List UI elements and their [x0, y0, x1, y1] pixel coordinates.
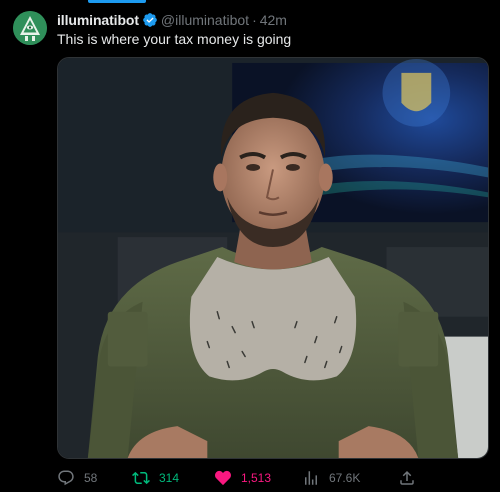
author-handle[interactable]: @illuminatibot — [161, 12, 249, 28]
views-button[interactable]: 67.6K — [302, 466, 360, 490]
views-chart-icon — [302, 469, 320, 487]
share-icon — [398, 469, 416, 487]
retweet-icon — [132, 469, 150, 487]
tweet-header: illuminatibot @illuminatibot · 42m — [57, 11, 287, 29]
tweet-actions: 58 314 1,513 67.6K — [57, 466, 489, 490]
share-button[interactable] — [398, 466, 425, 490]
header-separator: · — [252, 12, 257, 28]
tweet-image[interactable] — [57, 57, 489, 459]
like-count: 1,513 — [241, 471, 272, 485]
like-button[interactable]: 1,513 — [214, 466, 271, 490]
avatar-pyramid-icon — [13, 11, 47, 45]
avatar[interactable] — [13, 11, 47, 45]
tweet-text: This is where your tax money is going — [57, 31, 292, 47]
views-count: 67.6K — [329, 471, 361, 485]
reply-button[interactable]: 58 — [57, 466, 97, 490]
like-heart-icon — [214, 469, 232, 487]
reply-count: 58 — [84, 471, 98, 485]
retweet-count: 314 — [159, 471, 180, 485]
display-name[interactable]: illuminatibot — [57, 12, 139, 28]
tweet-timestamp[interactable]: 42m — [260, 12, 287, 28]
retweet-button[interactable]: 314 — [132, 466, 179, 490]
verified-badge-icon — [142, 12, 158, 28]
tweet[interactable]: illuminatibot @illuminatibot · 42m This … — [0, 0, 500, 492]
reply-icon — [57, 469, 75, 487]
